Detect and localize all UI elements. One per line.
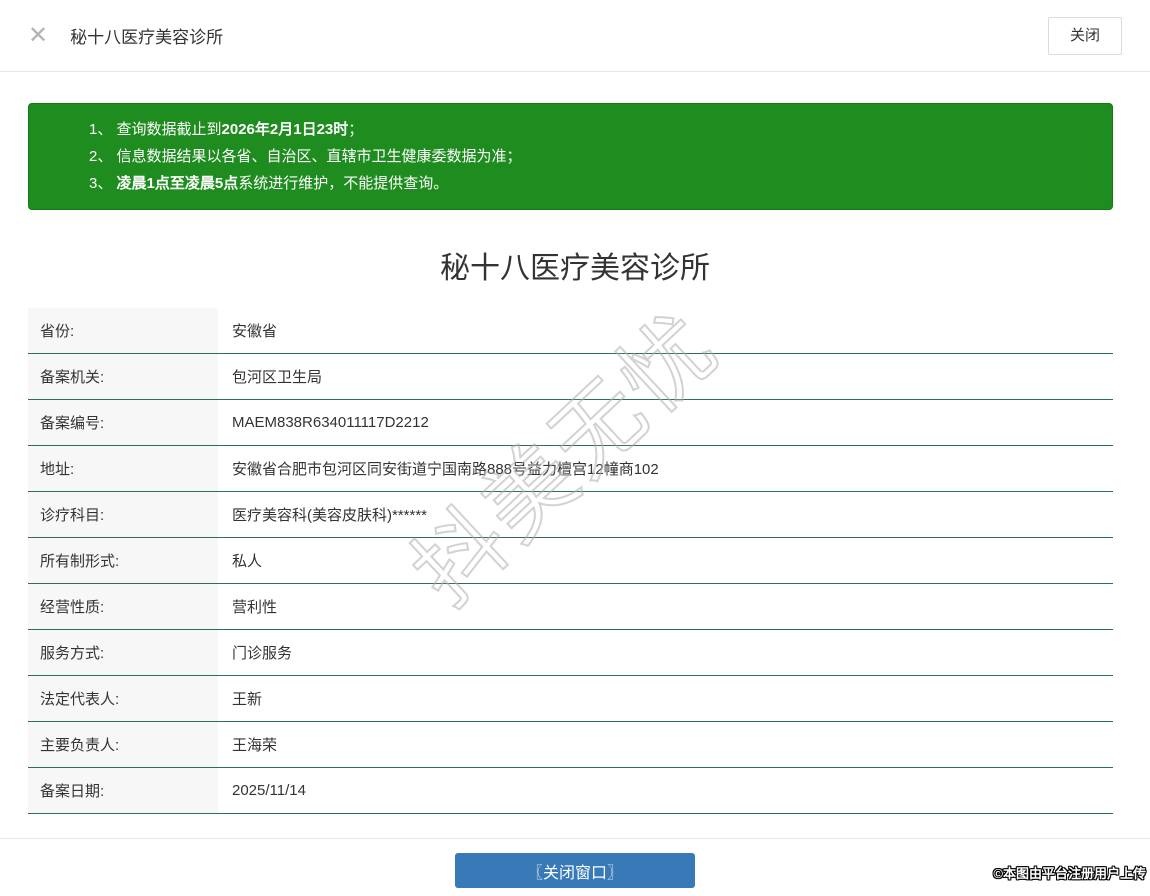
notice-banner: 1、 查询数据截止到2026年2月1日23时； 2、 信息数据结果以各省、自治区…	[28, 103, 1113, 210]
table-row-authority: 备案机关: 包河区卫生局	[28, 354, 1113, 400]
notice-line-3: 3、 凌晨1点至凌晨5点系统进行维护，不能提供查询。	[89, 170, 1092, 197]
field-label: 服务方式:	[28, 630, 218, 675]
field-label: 省份:	[28, 308, 218, 353]
table-row-ownership: 所有制形式: 私人	[28, 538, 1113, 584]
field-label: 备案编号:	[28, 400, 218, 445]
notice-text: ；	[348, 121, 364, 138]
close-icon[interactable]: ✕	[28, 23, 48, 48]
field-value: 私人	[232, 553, 263, 570]
notice-line-1: 1、 查询数据截止到2026年2月1日23时；	[89, 116, 1092, 143]
field-value: 安徽省合肥市包河区同安街道宁国南路888号益力檀宫12幢商102	[232, 461, 659, 478]
table-row-legal-representative: 法定代表人: 王新	[28, 676, 1113, 722]
header: ✕ 秘十八医疗美容诊所 关闭	[0, 0, 1150, 72]
notice-text-bold: 凌晨1点至凌晨5点	[116, 175, 239, 192]
field-label: 地址:	[28, 446, 218, 491]
field-value: 门诊服务	[232, 645, 293, 662]
table-row-medical-subjects: 诊疗科目: 医疗美容科(美容皮肤科)******	[28, 492, 1113, 538]
table-row-record-date: 备案日期: 2025/11/14	[28, 768, 1113, 814]
footer: 〖关闭窗口〗	[0, 838, 1150, 896]
field-value: 医疗美容科(美容皮肤科)******	[232, 507, 428, 524]
table-row-address: 地址: 安徽省合肥市包河区同安街道宁国南路888号益力檀宫12幢商102	[28, 446, 1113, 492]
field-label: 经营性质:	[28, 584, 218, 629]
field-label: 备案日期:	[28, 768, 218, 813]
notice-text: 1、 查询数据截止到	[89, 121, 222, 138]
table-row-service-mode: 服务方式: 门诊服务	[28, 630, 1113, 676]
field-value: 包河区卫生局	[232, 369, 323, 386]
close-window-button[interactable]: 〖关闭窗口〗	[455, 853, 695, 888]
notice-text: 系统进行维护，不能提供查询。	[238, 175, 449, 192]
field-label: 法定代表人:	[28, 676, 218, 721]
info-table: 省份: 安徽省 备案机关: 包河区卫生局 备案编号: MAEM838R63401…	[28, 308, 1113, 814]
header-title: 秘十八医疗美容诊所	[70, 28, 224, 47]
field-label: 所有制形式:	[28, 538, 218, 583]
field-value: MAEM838R634011117D2212	[232, 414, 429, 431]
notice-text: 3、	[89, 175, 117, 192]
field-value: 安徽省	[232, 323, 278, 340]
notice-line-2: 2、 信息数据结果以各省、自治区、直辖市卫生健康委数据为准；	[89, 143, 1092, 170]
field-value: 营利性	[232, 599, 278, 616]
field-label: 诊疗科目:	[28, 492, 218, 537]
page-title: 秘十八医疗美容诊所	[440, 252, 710, 285]
field-label: 备案机关:	[28, 354, 218, 399]
table-row-record-number: 备案编号: MAEM838R634011117D2212	[28, 400, 1113, 446]
table-row-province: 省份: 安徽省	[28, 308, 1113, 354]
field-label: 主要负责人:	[28, 722, 218, 767]
table-row-business-nature: 经营性质: 营利性	[28, 584, 1113, 630]
field-value: 2025/11/14	[232, 782, 306, 799]
table-row-main-person: 主要负责人: 王海荣	[28, 722, 1113, 768]
close-button[interactable]: 关闭	[1047, 16, 1122, 55]
notice-text: 2、 信息数据结果以各省、自治区、直辖市卫生健康委数据为准；	[89, 148, 522, 165]
notice-text-bold: 2026年2月1日23时	[221, 121, 349, 138]
field-value: 王海荣	[232, 737, 278, 754]
upload-credit-watermark: ©本图由平台注册用户上传	[993, 866, 1146, 881]
field-value: 王新	[232, 691, 263, 708]
